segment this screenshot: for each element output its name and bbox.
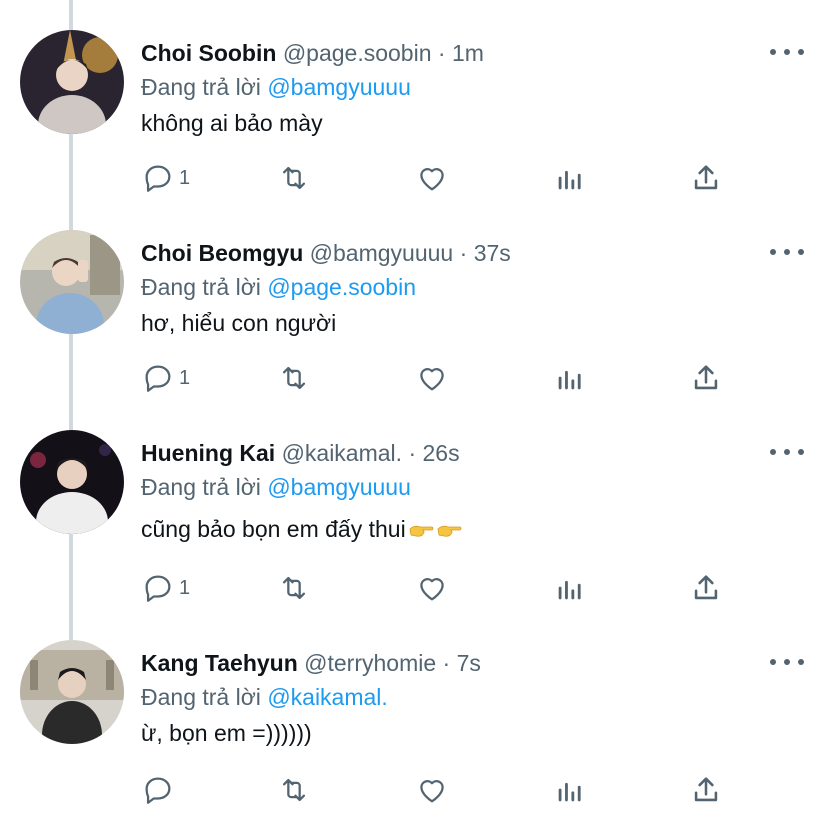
tweet-text: cũng bảo bọn em đấy thui: [141, 516, 406, 542]
reply-icon: [145, 165, 171, 192]
separator: ·: [437, 40, 446, 66]
tweet-4[interactable]: Kang Taehyun @terryhomie · 7s Đang trả l…: [0, 640, 828, 818]
reply-prefix: Đang trả lời: [141, 684, 261, 710]
user-handle[interactable]: @kaikamal.: [282, 440, 403, 466]
action-bar: 1: [141, 568, 791, 608]
retweet-icon: [282, 166, 306, 190]
retweet-button[interactable]: [277, 158, 311, 198]
share-icon: [694, 777, 718, 802]
analytics-button[interactable]: [553, 358, 587, 398]
action-bar: 1: [141, 358, 791, 398]
display-name[interactable]: Choi Soobin: [141, 40, 276, 66]
analytics-button[interactable]: [553, 770, 587, 810]
timestamp[interactable]: 7s: [457, 650, 481, 676]
share-button[interactable]: [689, 568, 723, 608]
share-icon: [694, 365, 718, 390]
tweet-text: hơ, hiểu con người: [141, 310, 337, 336]
more-icon[interactable]: [770, 650, 804, 674]
reply-to-link[interactable]: @bamgyuuuu: [267, 474, 411, 500]
retweet-button[interactable]: [277, 568, 311, 608]
retweet-icon: [282, 778, 306, 802]
reply-prefix: Đang trả lời: [141, 274, 261, 300]
user-handle[interactable]: @page.soobin: [283, 40, 432, 66]
reply-context: Đang trả lời @kaikamal.: [141, 680, 388, 714]
reply-context: Đang trả lời @page.soobin: [141, 270, 416, 304]
reply-count: 1: [179, 576, 191, 599]
separator: ·: [442, 650, 451, 676]
pointing-right-emoji: [409, 525, 434, 537]
like-icon: [420, 368, 444, 391]
reply-icon: [145, 365, 171, 392]
share-button[interactable]: [689, 770, 723, 810]
analytics-icon: [558, 370, 581, 390]
like-button[interactable]: [415, 568, 449, 608]
separator: ·: [408, 440, 417, 466]
tweet-text-line: cũng bảo bọn em đấy thui: [141, 512, 462, 546]
retweet-icon: [282, 366, 306, 390]
like-icon: [420, 578, 444, 601]
tweet-2[interactable]: Choi Beomgyu @bamgyuuuu · 37s Đang trả l…: [0, 230, 828, 420]
reply-prefix: Đang trả lời: [141, 74, 261, 100]
display-name[interactable]: Kang Taehyun: [141, 650, 298, 676]
user-handle[interactable]: @bamgyuuuu: [310, 240, 454, 266]
reply-to-link[interactable]: @kaikamal.: [267, 684, 388, 710]
retweet-button[interactable]: [277, 770, 311, 810]
timestamp[interactable]: 26s: [423, 440, 460, 466]
reply-icon: [145, 575, 171, 602]
tweet-text: không ai bảo mày: [141, 110, 323, 136]
share-button[interactable]: [689, 158, 723, 198]
tweet-header: Kang Taehyun @terryhomie · 7s: [141, 646, 481, 680]
avatar[interactable]: [20, 430, 124, 534]
reply-button[interactable]: 1: [141, 158, 190, 198]
like-button[interactable]: [415, 770, 449, 810]
reply-to-link[interactable]: @page.soobin: [267, 274, 416, 300]
more-icon[interactable]: [770, 240, 804, 264]
like-button[interactable]: [415, 158, 449, 198]
reply-button[interactable]: 1: [141, 358, 190, 398]
reply-prefix: Đang trả lời: [141, 474, 261, 500]
like-icon: [420, 168, 444, 191]
avatar[interactable]: [20, 30, 124, 134]
tweet-header: Choi Soobin @page.soobin · 1m: [141, 36, 484, 70]
tweet-3[interactable]: Huening Kai @kaikamal. · 26s Đang trả lờ…: [0, 430, 828, 630]
reply-context: Đang trả lời @bamgyuuuu: [141, 470, 411, 504]
analytics-icon: [558, 782, 581, 802]
share-button[interactable]: [689, 358, 723, 398]
analytics-button[interactable]: [553, 568, 587, 608]
analytics-icon: [558, 170, 581, 190]
timestamp[interactable]: 1m: [452, 40, 484, 66]
timestamp[interactable]: 37s: [474, 240, 511, 266]
tweet-header: Choi Beomgyu @bamgyuuuu · 37s: [141, 236, 511, 270]
share-icon: [694, 575, 718, 600]
display-name[interactable]: Choi Beomgyu: [141, 240, 303, 266]
reply-icon: [145, 777, 171, 804]
reply-count: 1: [179, 166, 191, 189]
tweet-text: ừ, bọn em =)))))): [141, 720, 312, 746]
more-icon[interactable]: [770, 40, 804, 64]
separator: ·: [459, 240, 468, 266]
reply-button[interactable]: 1: [141, 568, 190, 608]
avatar[interactable]: [20, 230, 124, 334]
tweet-header: Huening Kai @kaikamal. · 26s: [141, 436, 460, 470]
display-name[interactable]: Huening Kai: [141, 440, 275, 466]
avatar[interactable]: [20, 640, 124, 744]
share-icon: [694, 165, 718, 190]
analytics-button[interactable]: [553, 158, 587, 198]
reply-button[interactable]: [141, 770, 179, 810]
tweet-1[interactable]: Choi Soobin @page.soobin · 1m Đang trả l…: [0, 30, 828, 220]
retweet-button[interactable]: [277, 358, 311, 398]
pointing-right-emoji: [437, 525, 462, 537]
user-handle[interactable]: @terryhomie: [304, 650, 436, 676]
reply-to-link[interactable]: @bamgyuuuu: [267, 74, 411, 100]
reply-count: 1: [179, 366, 191, 389]
action-bar: [141, 770, 791, 810]
reply-context: Đang trả lời @bamgyuuuu: [141, 70, 411, 104]
action-bar: 1: [141, 158, 791, 198]
more-icon[interactable]: [770, 440, 804, 464]
analytics-icon: [558, 580, 581, 600]
retweet-icon: [282, 576, 306, 600]
like-icon: [420, 780, 444, 803]
like-button[interactable]: [415, 358, 449, 398]
